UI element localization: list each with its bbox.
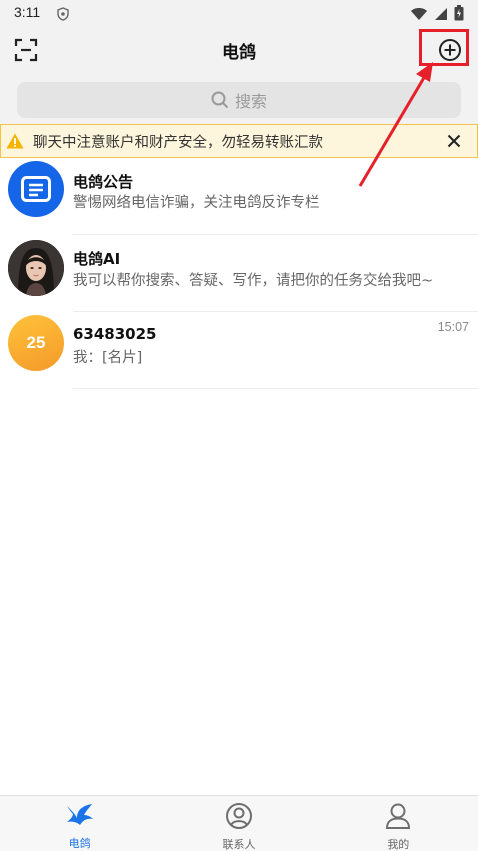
- announcement-avatar: [8, 161, 64, 217]
- chat-preview: 警惕网络电信诈骗，关注电鸽反诈专栏: [73, 195, 320, 211]
- status-bar: 3:11: [0, 0, 478, 26]
- bottom-nav: 电鸽 联系人 我的: [0, 795, 478, 851]
- nav-label: 我的: [387, 838, 410, 851]
- nav-label: 联系人: [222, 838, 256, 851]
- ai-avatar: [8, 240, 64, 296]
- contacts-icon: [224, 802, 254, 830]
- app-header: 电鸽: [0, 26, 478, 74]
- status-indicators: [410, 5, 464, 25]
- search-icon: [211, 91, 229, 109]
- portrait-image: [8, 240, 64, 296]
- dove-icon: [65, 802, 95, 829]
- close-icon: [447, 134, 461, 148]
- wifi-icon: [410, 6, 428, 25]
- nav-item-profile[interactable]: 我的: [319, 796, 478, 851]
- chat-item-contact[interactable]: 25 63483025 我：[名片] 15:07: [0, 312, 478, 390]
- warning-close-button[interactable]: [437, 125, 471, 157]
- document-icon: [21, 176, 51, 202]
- warning-icon: [5, 131, 25, 151]
- chat-item-announcement[interactable]: 电鸽公告 警惕网络电信诈骗，关注电鸽反诈专栏: [0, 158, 478, 236]
- battery-icon: [454, 5, 464, 25]
- shield-icon: [57, 6, 69, 25]
- warning-text: 聊天中注意账户和财产安全，勿轻易转账汇款: [33, 134, 323, 151]
- divider: [73, 388, 478, 389]
- chat-preview: 我：[名片]: [73, 350, 143, 366]
- signal-icon: [434, 6, 448, 25]
- chat-name: 63483025: [73, 325, 157, 343]
- chat-item-ai[interactable]: 电鸽AI 我可以帮你搜索、答疑、写作，请把你的任务交给我吧~: [0, 235, 478, 313]
- chat-preview: 我可以帮你搜索、答疑、写作，请把你的任务交给我吧~: [73, 273, 434, 289]
- chat-name: 电鸽公告: [73, 173, 134, 191]
- nav-label: 电鸽: [68, 837, 91, 850]
- nav-item-contacts[interactable]: 联系人: [159, 796, 318, 851]
- search-area: 搜索: [0, 74, 478, 126]
- search-placeholder: 搜索: [234, 92, 267, 111]
- security-warning-bar: 聊天中注意账户和财产安全，勿轻易转账汇款: [0, 124, 478, 158]
- page-title: 电鸽: [222, 43, 256, 63]
- avatar-number: 25: [26, 333, 46, 352]
- annotation-highlight-box: [419, 29, 469, 66]
- contact-avatar: 25: [8, 315, 64, 371]
- chat-name: 电鸽AI: [73, 250, 121, 268]
- profile-icon: [383, 802, 413, 830]
- status-time: 3:11: [14, 4, 41, 20]
- chat-time: 15:07: [437, 320, 469, 334]
- search-input[interactable]: 搜索: [17, 82, 461, 118]
- nav-item-dove[interactable]: 电鸽: [0, 796, 159, 851]
